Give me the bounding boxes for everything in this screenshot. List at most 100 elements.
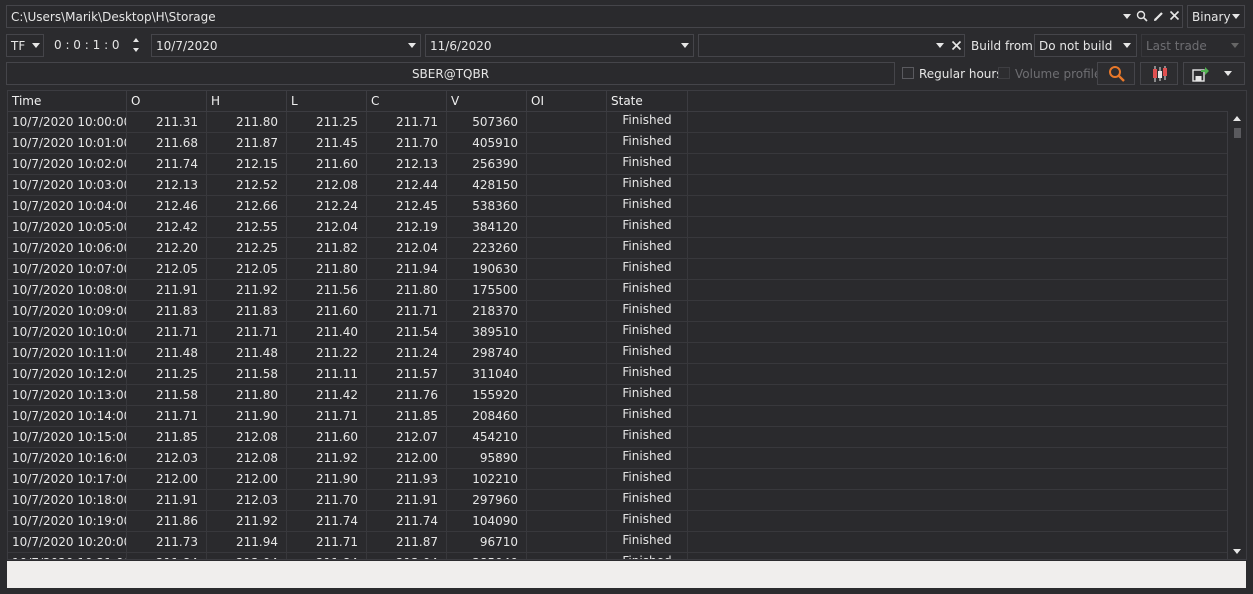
cell-time: 10/7/2020 10:02:00... <box>8 154 127 175</box>
build-from-value: Do not build <box>1039 39 1113 53</box>
cell-h: 211.71 <box>207 322 287 343</box>
chevron-down-icon <box>1123 43 1131 48</box>
chevron-down-icon[interactable] <box>408 43 416 48</box>
regular-hours-checkbox[interactable] <box>902 67 914 79</box>
cell-state: Finished <box>607 259 688 280</box>
cell-v: 208460 <box>447 406 527 427</box>
cell-l: 211.42 <box>287 385 367 406</box>
cell-oi <box>527 448 607 469</box>
column-header-l[interactable]: L <box>287 91 367 111</box>
candles-grid[interactable]: TimeOHLCVOIState 10/7/2020 10:00:00...21… <box>7 90 1247 560</box>
cell-time: 10/7/2020 10:15:00... <box>8 427 127 448</box>
clear-icon[interactable] <box>951 40 962 53</box>
column-header-h[interactable]: H <box>207 91 287 111</box>
cell-v: 428150 <box>447 175 527 196</box>
table-row[interactable]: 10/7/2020 10:09:00...211.83211.83211.602… <box>8 301 1228 322</box>
table-row[interactable]: 10/7/2020 10:07:00...212.05212.05211.802… <box>8 259 1228 280</box>
column-header-oi[interactable]: OI <box>527 91 607 111</box>
chevron-down-icon[interactable] <box>681 43 689 48</box>
extra-filter-select[interactable] <box>698 34 965 57</box>
cell-o: 211.85 <box>127 427 207 448</box>
cell-state: Finished <box>607 385 688 406</box>
table-row[interactable]: 10/7/2020 10:17:00...212.00212.00211.902… <box>8 469 1228 490</box>
cell-oi <box>527 280 607 301</box>
table-row[interactable]: 10/7/2020 10:13:00...211.58211.80211.422… <box>8 385 1228 406</box>
column-header-v[interactable]: V <box>447 91 527 111</box>
chart-button[interactable] <box>1140 62 1178 85</box>
cell-c: 212.45 <box>367 196 447 217</box>
table-row[interactable]: 10/7/2020 10:06:00...212.20212.25211.822… <box>8 238 1228 259</box>
table-row[interactable]: 10/7/2020 10:02:00...211.74212.15211.602… <box>8 154 1228 175</box>
find-button[interactable] <box>1097 62 1135 85</box>
table-row[interactable]: 10/7/2020 10:04:00...212.46212.66212.242… <box>8 196 1228 217</box>
build-field-value: Last trade <box>1146 39 1207 53</box>
cell-oi <box>527 469 607 490</box>
scroll-down-icon[interactable] <box>1233 549 1241 554</box>
table-row[interactable]: 10/7/2020 10:14:00...211.71211.90211.712… <box>8 406 1228 427</box>
table-row[interactable]: 10/7/2020 10:21:00...211.84212.04211.842… <box>8 553 1228 559</box>
vertical-scrollbar[interactable] <box>1227 111 1246 559</box>
table-row[interactable]: 10/7/2020 10:16:00...212.03212.08211.922… <box>8 448 1228 469</box>
column-header-state[interactable]: State <box>607 91 688 111</box>
chevron-down-icon[interactable] <box>1123 14 1131 19</box>
tf-select[interactable]: TF <box>6 34 44 57</box>
cell-time: 10/7/2020 10:03:00... <box>8 175 127 196</box>
spin-down-icon[interactable] <box>133 48 139 52</box>
table-row[interactable]: 10/7/2020 10:00:00...211.31211.80211.252… <box>8 112 1228 133</box>
cell-o: 211.91 <box>127 490 207 511</box>
security-picker[interactable]: SBER@TQBR <box>6 62 895 85</box>
cell-o: 212.05 <box>127 259 207 280</box>
column-header-c[interactable]: C <box>367 91 447 111</box>
close-icon[interactable] <box>1169 10 1180 23</box>
cell-time: 10/7/2020 10:11:00... <box>8 343 127 364</box>
table-row[interactable]: 10/7/2020 10:05:00...212.42212.55212.042… <box>8 217 1228 238</box>
cell-l: 212.24 <box>287 196 367 217</box>
column-header-time[interactable]: Time <box>8 91 127 111</box>
cell-h: 211.83 <box>207 301 287 322</box>
chevron-down-icon[interactable] <box>1224 71 1232 76</box>
cell-o: 211.48 <box>127 343 207 364</box>
from-date-picker[interactable]: 10/7/2020 <box>151 34 421 57</box>
scroll-up-icon[interactable] <box>1233 116 1241 121</box>
table-row[interactable]: 10/7/2020 10:11:00...211.48211.48211.222… <box>8 343 1228 364</box>
volume-profile-checkbox[interactable] <box>998 67 1010 79</box>
table-row[interactable]: 10/7/2020 10:10:00...211.71211.71211.402… <box>8 322 1228 343</box>
cell-v: 96710 <box>447 532 527 553</box>
chevron-down-icon[interactable] <box>936 43 944 48</box>
column-header-o[interactable]: O <box>127 91 207 111</box>
cell-c: 211.57 <box>367 364 447 385</box>
scroll-thumb[interactable] <box>1234 128 1241 138</box>
build-from-select[interactable]: Do not build <box>1034 34 1137 57</box>
cell-state: Finished <box>607 511 688 532</box>
cell-state: Finished <box>607 406 688 427</box>
table-row[interactable]: 10/7/2020 10:01:00...211.68211.87211.452… <box>8 133 1228 154</box>
edit-pencil-icon[interactable] <box>1153 10 1165 24</box>
chevron-down-icon <box>1231 43 1239 48</box>
table-row[interactable]: 10/7/2020 10:18:00...211.91212.03211.702… <box>8 490 1228 511</box>
timeframe-value: 0 : 0 : 1 : 0 <box>54 38 120 52</box>
spin-up-icon[interactable] <box>133 38 139 42</box>
table-row[interactable]: 10/7/2020 10:19:00...211.86211.92211.742… <box>8 511 1228 532</box>
cell-state: Finished <box>607 175 688 196</box>
search-icon[interactable] <box>1136 10 1148 24</box>
table-row[interactable]: 10/7/2020 10:20:00...211.73211.94211.712… <box>8 532 1228 553</box>
table-row[interactable]: 10/7/2020 10:15:00...211.85212.08211.602… <box>8 427 1228 448</box>
build-field-select[interactable]: Last trade <box>1141 34 1245 57</box>
tf-label: TF <box>11 39 26 53</box>
cell-state: Finished <box>607 217 688 238</box>
storage-path-combobox[interactable]: C:\Users\Marik\Desktop\H\Storage <box>6 5 1183 28</box>
cell-h: 212.08 <box>207 427 287 448</box>
cell-oi <box>527 259 607 280</box>
export-button[interactable] <box>1183 62 1245 85</box>
table-row[interactable]: 10/7/2020 10:03:00...212.13212.52212.082… <box>8 175 1228 196</box>
timeframe-editor[interactable]: 0 : 0 : 1 : 0 <box>50 34 144 57</box>
storage-format-select[interactable]: Binary <box>1187 5 1245 28</box>
table-row[interactable]: 10/7/2020 10:08:00...211.91211.92211.562… <box>8 280 1228 301</box>
cell-o: 211.73 <box>127 532 207 553</box>
to-date-picker[interactable]: 11/6/2020 <box>425 34 694 57</box>
cell-h: 212.05 <box>207 259 287 280</box>
candlestick-icon <box>1151 65 1169 86</box>
cell-c: 212.07 <box>367 427 447 448</box>
table-row[interactable]: 10/7/2020 10:12:00...211.25211.58211.112… <box>8 364 1228 385</box>
cell-h: 211.92 <box>207 511 287 532</box>
